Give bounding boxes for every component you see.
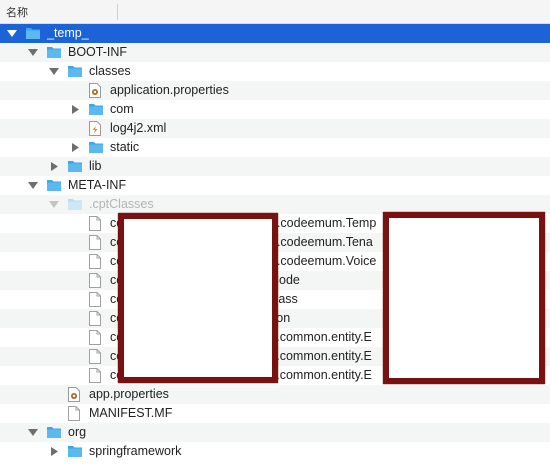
disclosure-icon <box>70 124 80 133</box>
disclosure-right-icon[interactable] <box>70 105 80 114</box>
disclosure-icon <box>70 257 80 266</box>
disclosure-down-icon[interactable] <box>28 428 38 437</box>
disclosure-icon <box>70 295 80 304</box>
disclosure-icon <box>70 371 80 380</box>
disclosure-down-icon[interactable] <box>7 29 17 38</box>
folder-icon <box>67 444 83 459</box>
disclosure-down-icon[interactable] <box>49 200 59 209</box>
file-icon <box>88 368 104 383</box>
disclosure-icon <box>70 276 80 285</box>
file-icon <box>88 311 104 326</box>
row-label: lib <box>89 159 102 173</box>
folder-icon <box>46 45 62 60</box>
disclosure-down-icon[interactable] <box>49 67 59 76</box>
tree-row-springframework[interactable]: springframework <box>0 442 550 461</box>
redaction-box-right <box>383 212 545 384</box>
disclosure-icon <box>49 409 59 418</box>
disclosure-icon <box>70 314 80 323</box>
tree-row-manifest-mf[interactable]: MANIFEST.MF <box>0 404 550 423</box>
file-icon <box>67 406 83 421</box>
row-label: static <box>110 140 140 154</box>
xml-file-icon <box>88 121 104 136</box>
disclosure-icon <box>70 352 80 361</box>
row-label-tail: s.common.entity.E <box>270 368 372 382</box>
tree-row-temp[interactable]: _temp_ <box>0 24 550 43</box>
disclosure-icon <box>49 390 59 399</box>
column-header: 名称 <box>0 0 550 24</box>
row-label-tail: n.codeemum.Temp <box>270 216 377 230</box>
tree-row-com[interactable]: com <box>0 100 550 119</box>
row-label-tail: n.codeemum.Voice <box>270 254 377 268</box>
folder-icon <box>25 26 41 41</box>
tree-row-classes[interactable]: classes <box>0 62 550 81</box>
row-label: .cptClasses <box>89 197 154 211</box>
disclosure-icon <box>70 86 80 95</box>
column-divider[interactable] <box>117 4 118 20</box>
row-label: BOOT-INF <box>68 45 128 59</box>
folder-icon <box>88 140 104 155</box>
disclosure-icon <box>70 238 80 247</box>
file-icon <box>88 216 104 231</box>
row-label-tail: n.codeemum.Tena <box>270 235 373 249</box>
folder-icon <box>67 64 83 79</box>
properties-file-icon <box>88 83 104 98</box>
tree-row-org[interactable]: org <box>0 423 550 442</box>
file-icon <box>88 349 104 364</box>
row-label: application.properties <box>110 83 229 97</box>
row-label: log4j2.xml <box>110 121 167 135</box>
redaction-box-left <box>118 213 278 383</box>
tree-row-log4j2-xml[interactable]: log4j2.xml <box>0 119 550 138</box>
row-label: META-INF <box>68 178 127 192</box>
file-icon <box>88 330 104 345</box>
row-label: com <box>110 102 134 116</box>
row-label: classes <box>89 64 131 78</box>
row-label: org <box>68 425 87 439</box>
name-column-header[interactable]: 名称 <box>6 4 28 20</box>
folder-icon <box>46 425 62 440</box>
disclosure-down-icon[interactable] <box>28 181 38 190</box>
tree-row-boot-inf[interactable]: BOOT-INF <box>0 43 550 62</box>
folder-icon <box>88 102 104 117</box>
tree-row-application-properties[interactable]: application.properties <box>0 81 550 100</box>
properties-file-icon <box>67 387 83 402</box>
disclosure-right-icon[interactable] <box>70 143 80 152</box>
tree-row-meta-inf[interactable]: META-INF <box>0 176 550 195</box>
row-label-tail: s.common.entity.E <box>270 330 372 344</box>
disclosure-right-icon[interactable] <box>49 162 59 171</box>
folder-icon <box>67 197 83 212</box>
file-icon <box>88 273 104 288</box>
row-label: _temp_ <box>47 26 89 40</box>
row-label: app.properties <box>89 387 169 401</box>
tree-row-static[interactable]: static <box>0 138 550 157</box>
disclosure-icon <box>70 333 80 342</box>
tree-row-lib[interactable]: lib <box>0 157 550 176</box>
row-label-tail: s.common.entity.E <box>270 349 372 363</box>
disclosure-right-icon[interactable] <box>49 447 59 456</box>
file-icon <box>88 235 104 250</box>
folder-icon <box>67 159 83 174</box>
row-label: springframework <box>89 444 182 458</box>
folder-icon <box>46 178 62 193</box>
tree-row-app-properties[interactable]: app.properties <box>0 385 550 404</box>
row-label: MANIFEST.MF <box>89 406 173 420</box>
disclosure-icon <box>70 219 80 228</box>
disclosure-down-icon[interactable] <box>28 48 38 57</box>
file-icon <box>88 292 104 307</box>
file-icon <box>88 254 104 269</box>
